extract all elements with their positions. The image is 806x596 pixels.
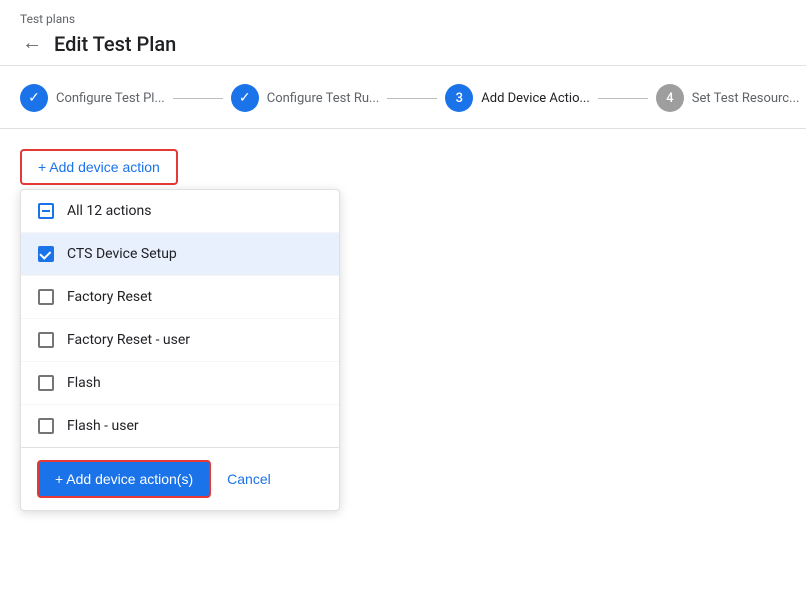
dropdown-panel: All 12 actions CTS Device Setup Factory … [20,189,340,511]
item-label-cts: CTS Device Setup [67,246,177,262]
item-label-flash: Flash [67,375,101,391]
step-1-circle: ✓ [20,84,48,112]
step-connector-3 [598,98,648,99]
checkbox-flash [37,374,55,392]
header: Test plans ← Edit Test Plan [0,0,806,66]
back-arrow-icon: ← [22,32,42,55]
page-title: Edit Test Plan [54,32,176,56]
item-label-factory-reset-user: Factory Reset - user [67,332,190,348]
unchecked-checkbox-icon-1 [38,289,54,305]
checkbox-cts [37,245,55,263]
item-label-all: All 12 actions [67,203,152,219]
dropdown-item-factory-reset-user[interactable]: Factory Reset - user [21,319,339,362]
step-3: 3 Add Device Actio... [445,84,590,112]
page-container: Test plans ← Edit Test Plan ✓ Configure … [0,0,806,596]
main-content: + Add device action All 12 actions CTS D [0,129,806,596]
checkmark-icon-2: ✓ [239,90,251,106]
step-2-label: Configure Test Ru... [267,91,380,106]
cancel-button[interactable]: Cancel [227,471,271,487]
dropdown-item-factory-reset[interactable]: Factory Reset [21,276,339,319]
checkbox-factory-reset [37,288,55,306]
dropdown-list: All 12 actions CTS Device Setup Factory … [21,190,339,448]
checkbox-all [37,202,55,220]
indeterminate-checkbox-icon [38,203,54,219]
dropdown-item-flash-user[interactable]: Flash - user [21,405,339,447]
step-3-circle: 3 [445,84,473,112]
step-2: ✓ Configure Test Ru... [231,84,380,112]
unchecked-checkbox-icon-2 [38,332,54,348]
step-4-number: 4 [666,91,673,106]
stepper: ✓ Configure Test Pl... ✓ Configure Test … [0,66,806,129]
item-label-flash-user: Flash - user [67,418,139,434]
step-connector-1 [173,98,223,99]
dropdown-item-cts[interactable]: CTS Device Setup [21,233,339,276]
step-4: 4 Set Test Resourc... [656,84,800,112]
breadcrumb: Test plans [20,12,786,26]
submit-add-actions-button[interactable]: + Add device action(s) [37,460,211,498]
checkbox-flash-user [37,417,55,435]
step-4-label: Set Test Resourc... [692,91,800,106]
dropdown-footer: + Add device action(s) Cancel [21,448,339,510]
dropdown-item-flash[interactable]: Flash [21,362,339,405]
unchecked-checkbox-icon-4 [38,418,54,434]
step-4-circle: 4 [656,84,684,112]
add-device-action-button[interactable]: + Add device action [20,149,178,185]
checkmark-icon: ✓ [28,90,40,106]
unchecked-checkbox-icon-3 [38,375,54,391]
step-3-number: 3 [456,91,463,106]
step-2-circle: ✓ [231,84,259,112]
checkbox-factory-reset-user [37,331,55,349]
title-row: ← Edit Test Plan [20,30,786,57]
item-label-factory-reset: Factory Reset [67,289,152,305]
checked-checkbox-icon [38,246,54,262]
back-button[interactable]: ← [20,30,44,57]
submit-label: + Add device action(s) [55,471,193,487]
step-1-label: Configure Test Pl... [56,91,165,106]
step-1: ✓ Configure Test Pl... [20,84,165,112]
add-device-action-label: + Add device action [38,159,160,175]
cancel-label: Cancel [227,471,271,487]
step-3-label: Add Device Actio... [481,91,590,106]
step-connector-2 [387,98,437,99]
dropdown-item-all[interactable]: All 12 actions [21,190,339,233]
